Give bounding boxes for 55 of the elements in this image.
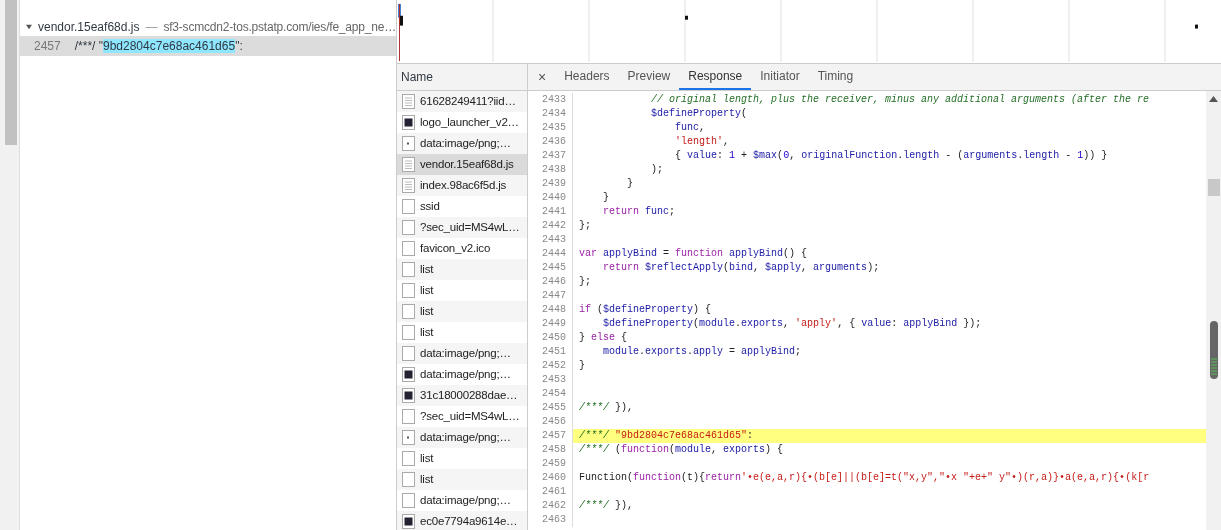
request-row[interactable]: favicon_v2.ico — [397, 238, 527, 259]
code-line: $defineProperty(module.exports, 'apply', { value: applyBind }); — [602, 317, 982, 331]
request-row[interactable]: list — [397, 448, 527, 469]
request-row[interactable]: ?sec_uid=MS4wL… — [397, 217, 527, 238]
code-line: }; — [578, 275, 591, 289]
tab[interactable]: Timing — [808, 64, 863, 90]
code-line: 'length', — [674, 135, 730, 149]
code-line: Function(function(t){return'•e(e,a,r){•(b[e]||(b[e]=t("x,y","•x "+e+" y"•)(r,a)}•a(e,a,r){•(k[r — [578, 471, 1150, 485]
request-row[interactable]: data:image/png;… — [397, 427, 527, 448]
column-header[interactable]: Name — [397, 64, 527, 91]
search-result-text: /***/ "9bd2804c7e68ac461d65": — [74, 38, 243, 55]
code-line: module.exports.apply = applyBind; — [602, 345, 802, 359]
request-row[interactable]: 31c18000288dae… — [397, 385, 527, 406]
request-row[interactable]: list — [397, 322, 527, 343]
request-row[interactable]: list — [397, 259, 527, 280]
line-number: 2457 — [34, 38, 61, 55]
request-row[interactable]: ec0e7794a9614e… — [397, 511, 527, 530]
request-row[interactable]: logo_launcher_v2… — [397, 112, 527, 133]
code-line: $defineProperty( — [650, 107, 748, 121]
request-row[interactable]: data:image/png;… — [397, 343, 527, 364]
request-row[interactable]: list — [397, 469, 527, 490]
close-button[interactable]: × — [528, 64, 556, 90]
tab[interactable]: Initiator — [751, 64, 809, 90]
code-line: return func; — [602, 205, 676, 219]
code-line: ); — [650, 163, 663, 177]
code-line: func, — [674, 121, 706, 135]
tab[interactable]: Response — [679, 64, 752, 90]
code-line: return $reflectApply(bind, $apply, arguments); — [602, 261, 880, 275]
code-line: /***/ (function(module, exports) { — [578, 443, 784, 457]
request-row[interactable]: data:image/png;… — [397, 364, 527, 385]
request-row[interactable]: list — [397, 280, 527, 301]
request-row[interactable]: index.98ac6f5d.js — [397, 175, 527, 196]
code-line: } else { — [578, 331, 628, 345]
request-row[interactable]: data:image/png;… — [397, 133, 527, 154]
code-line: } — [602, 191, 609, 205]
line-number: 2457 — [528, 429, 573, 443]
request-row[interactable]: 61628249411?iid… — [397, 91, 527, 112]
code-line: { value: 1 + $max(0, originalFunction.length - (arguments.length - 1)) } — [674, 149, 1108, 163]
code-line: // original length, plus the receiver, minus any additional arguments (after the re — [650, 93, 1150, 107]
request-row[interactable]: ?sec_uid=MS4wL… — [397, 406, 527, 427]
search-result-row[interactable]: 2457 /***/ "9bd2804c7e68ac461d65": — [20, 36, 396, 56]
code-line: if ($defineProperty) { — [578, 303, 712, 317]
tab[interactable]: Preview — [618, 64, 680, 90]
request-row[interactable]: data:image/png;… — [397, 490, 527, 511]
code-line: /***/ "9bd2804c7e68ac461d65": — [578, 429, 754, 443]
code-line: } — [578, 359, 585, 373]
request-row[interactable]: vendor.15eaf68d.js — [397, 154, 527, 175]
code-line: } — [626, 177, 633, 191]
code-line: /***/ }), — [578, 499, 634, 513]
request-row[interactable]: ssid — [397, 196, 527, 217]
code-line: var applyBind = function applyBind() { — [578, 247, 808, 261]
code-line: }; — [578, 219, 591, 233]
tab[interactable]: Headers — [555, 64, 619, 90]
code-line: /***/ }), — [578, 401, 634, 415]
request-row[interactable]: list — [397, 301, 527, 322]
